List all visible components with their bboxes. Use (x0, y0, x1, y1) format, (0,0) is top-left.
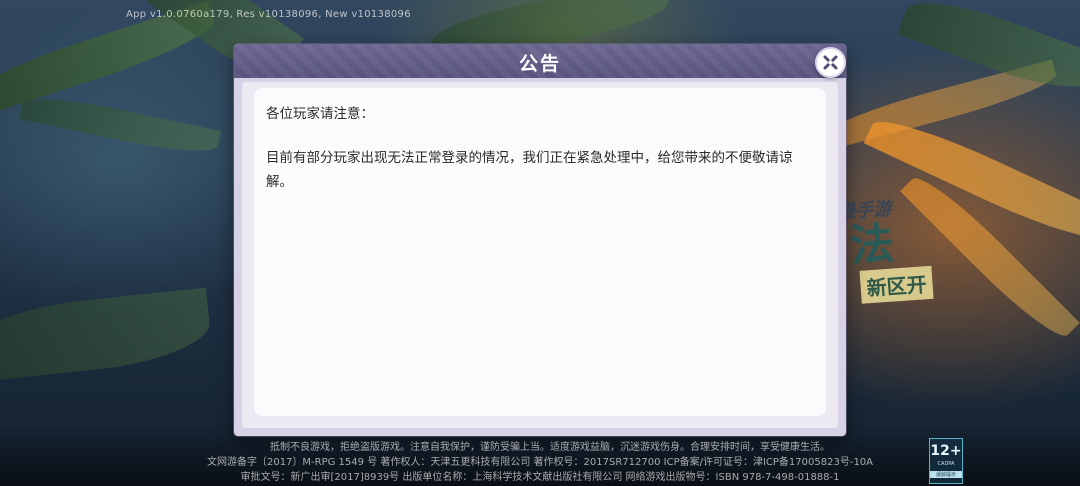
dialog-title: 公告 (518, 53, 561, 75)
legal-footer: 抵制不良游戏，拒绝盗版游戏。注意自我保护，谨防受骗上当。适度游戏益脑，沉迷游戏伤… (0, 440, 1080, 485)
announcement-dialog: 公告 各位玩家请注意： 目前有部分玩家出现无法正常登录的情况，我们正在紧急处理中… (234, 44, 846, 436)
promo-line-3: 新区开 (859, 265, 934, 304)
dialog-header: 公告 (234, 44, 846, 78)
version-info: App v1.0.0760a179, Res v10138096, New v1… (126, 9, 411, 20)
announcement-content[interactable]: 各位玩家请注意： 目前有部分玩家出现无法正常登录的情况，我们正在紧急处理中，给您… (254, 88, 826, 416)
announcement-greeting: 各位玩家请注意： (266, 106, 374, 122)
footer-line-1: 抵制不良游戏，拒绝盗版游戏。注意自我保护，谨防受骗上当。适度游戏益脑，沉迷游戏伤… (270, 442, 830, 453)
close-x-icon (823, 55, 838, 70)
age-rating-tag: 适龄提示 (930, 471, 962, 478)
age-rating-value: 12+ (930, 443, 962, 459)
close-button[interactable] (815, 47, 846, 78)
announcement-body: 目前有部分玩家出现无法正常登录的情况，我们正在紧急处理中，给您带来的不便敬请谅解… (266, 150, 793, 190)
footer-line-3: 审批文号：新广出审[2017]8939号 出版单位名称：上海科学技术文献出版社有… (240, 472, 840, 483)
promo-logo: 最手游 法 新区开 (836, 192, 934, 305)
footer-line-2: 文网游备字〔2017〕M-RPG 1549 号 著作权人：天津五更科技有限公司 … (206, 457, 874, 468)
age-rating-badge: 12+ CADPA 适龄提示 (929, 438, 963, 484)
age-rating-sub: CADPA (937, 461, 955, 467)
promo-line-2: 法 (848, 218, 896, 273)
